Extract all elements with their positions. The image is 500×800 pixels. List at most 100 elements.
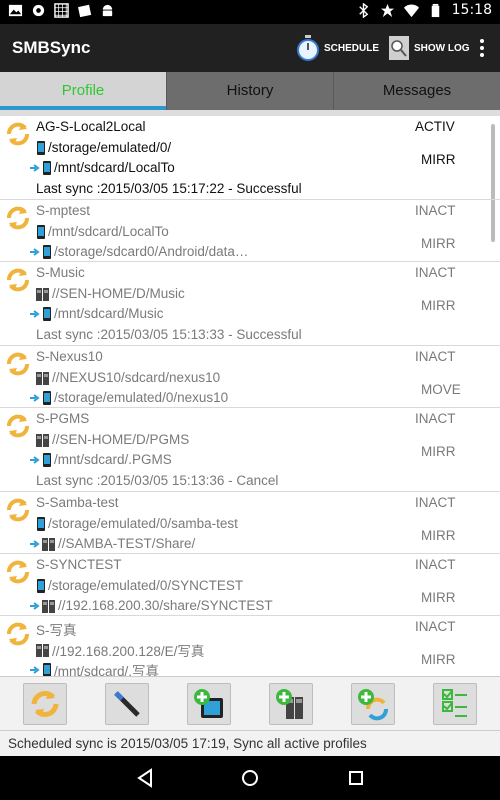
add-sync-profile-button[interactable] — [351, 683, 395, 725]
profile-name: S-Music — [36, 265, 85, 280]
source-path: /storage/emulated/0/samba-test — [48, 516, 238, 531]
local-storage-icon — [37, 224, 45, 239]
network-share-icon — [36, 371, 49, 385]
sync-icon[interactable] — [4, 558, 32, 586]
sync-icon[interactable] — [4, 266, 32, 294]
profile-row[interactable]: AG-S-Local2Local ACTIV/storage/emulated/0… — [0, 116, 500, 200]
profile-status: INACT — [415, 495, 456, 510]
profile-source: /storage/emulated/0/SYNCTEST — [36, 578, 243, 593]
profile-row[interactable]: S-Nexus10 INACT //NEXUS10/sdcard/nexus10/s… — [0, 346, 500, 408]
profile-target: //SAMBA-TEST/Share/ — [30, 536, 195, 551]
local-storage-icon — [37, 516, 45, 531]
arrow-right-icon — [30, 163, 40, 172]
profile-source: /mnt/sdcard/LocalTo — [36, 224, 169, 239]
arrow-right-icon — [30, 393, 40, 402]
source-path: //SEN-HOME/D/Music — [52, 286, 185, 301]
profile-row[interactable]: S-写真 INACT //192.168.200.128/E/写真/mnt/sdca… — [0, 616, 500, 676]
profile-status: INACT — [415, 557, 456, 572]
add-local-profile-icon — [194, 689, 223, 718]
add-local-profile-button[interactable] — [187, 683, 231, 725]
profile-name: S-写真 — [36, 623, 77, 638]
profile-target: /mnt/sdcard/Music — [30, 306, 164, 321]
app-title: SMBSync — [12, 38, 91, 57]
overflow-menu-icon[interactable] — [474, 36, 490, 60]
clock: 15:18 — [451, 2, 492, 18]
recents-icon[interactable] — [344, 766, 368, 790]
target-path: //SAMBA-TEST/Share/ — [58, 536, 196, 551]
profile-name: S-Nexus10 — [36, 349, 103, 364]
source-path: //NEXUS10/sdcard/nexus10 — [52, 370, 221, 385]
sync-mode: MIRR — [421, 152, 456, 167]
profile-row[interactable]: S-Music INACT //SEN-HOME/D/Music/mnt/sdcar… — [0, 262, 500, 346]
star-icon — [380, 3, 394, 17]
local-storage-icon — [43, 244, 51, 259]
network-share-icon — [36, 433, 49, 447]
tab-messages[interactable]: Messages — [334, 72, 500, 110]
sync-icon[interactable] — [4, 412, 32, 440]
add-remote-profile-button[interactable] — [269, 683, 313, 725]
profile-target: /mnt/sdcard/LocalTo — [30, 160, 175, 175]
schedule-button[interactable]: SCHEDULE — [296, 32, 379, 64]
profile-target: /storage/emulated/0/nexus10 — [30, 390, 228, 405]
profile-row[interactable]: S-PGMS INACT //SEN-HOME/D/PGMS/mnt/sdcard/… — [0, 408, 500, 492]
source-path: /storage/emulated/0/SYNCTEST — [48, 578, 244, 593]
local-storage-icon — [43, 452, 51, 467]
local-storage-icon — [37, 140, 45, 155]
sync-mode: MIRR — [421, 528, 456, 543]
log-search-icon — [389, 36, 409, 60]
add-sync-profile-icon — [358, 689, 388, 721]
tab-bar: Profile History Messages — [0, 72, 500, 110]
profile-target: /mnt/sdcard/.写真 — [30, 660, 159, 676]
schedule-label: SCHEDULE — [324, 42, 380, 54]
profile-source: //NEXUS10/sdcard/nexus10 — [36, 370, 220, 385]
edit-tools-icon — [114, 691, 140, 717]
file-icon — [78, 4, 92, 18]
sync-mode: MIRR — [421, 236, 456, 251]
bluetooth-icon — [358, 2, 368, 18]
profile-status: INACT — [415, 265, 456, 280]
show-log-button[interactable]: SHOW LOG — [388, 32, 470, 64]
bottom-toolbar — [0, 676, 500, 730]
arrow-right-icon — [30, 247, 40, 256]
stopwatch-icon — [297, 35, 319, 61]
profile-name: S-mptest — [36, 203, 91, 218]
sync-icon[interactable] — [4, 120, 32, 148]
sync-icon[interactable] — [4, 496, 32, 524]
profile-target: /storage/sdcard0/Android/data… — [30, 244, 248, 259]
target-path: /storage/sdcard0/Android/data… — [54, 244, 249, 259]
network-share-icon — [36, 644, 49, 657]
sync-icon[interactable] — [4, 204, 32, 232]
settings-icon — [32, 4, 45, 17]
profile-source: //192.168.200.128/E/写真 — [36, 640, 204, 660]
tab-history[interactable]: History — [167, 72, 333, 110]
profile-row[interactable]: S-mptest INACT/mnt/sdcard/LocalTo/storage… — [0, 200, 500, 262]
message-bar: Scheduled sync is 2015/03/05 17:19, Sync… — [0, 730, 500, 756]
profile-source: /storage/emulated/0/samba-test — [36, 516, 238, 531]
profile-status: INACT — [415, 203, 456, 218]
source-path: /storage/emulated/0/ — [48, 140, 172, 155]
local-storage-icon — [43, 390, 51, 405]
profile-target: //192.168.200.30/share/SYNCTEST — [30, 598, 273, 613]
target-path: //192.168.200.30/share/SYNCTEST — [58, 598, 273, 613]
sync-icon[interactable] — [4, 350, 32, 378]
profile-name: S-PGMS — [36, 411, 90, 426]
target-path: /mnt/sdcard/.写真 — [54, 664, 160, 676]
tab-profile[interactable]: Profile — [0, 72, 166, 110]
profile-source: /storage/emulated/0/ — [36, 140, 171, 155]
sync-all-button[interactable] — [23, 683, 67, 725]
select-checklist-button[interactable] — [433, 683, 477, 725]
sync-mode: MIRR — [421, 298, 456, 313]
sync-icon[interactable] — [4, 620, 32, 648]
show-log-label: SHOW LOG — [414, 42, 470, 54]
home-icon[interactable] — [238, 766, 262, 790]
last-sync-text: Last sync :2015/03/05 15:13:33 - Success… — [36, 327, 302, 342]
edit-tools-button[interactable] — [105, 683, 149, 725]
status-bar: 15:18 — [0, 0, 500, 24]
profile-row[interactable]: S-SYNCTEST INACT/storage/emulated/0/SYNCT… — [0, 554, 500, 616]
profile-row[interactable]: S-Samba-test INACT/storage/emulated/0/sam… — [0, 492, 500, 554]
profile-list[interactable]: AG-S-Local2Local ACTIV/storage/emulated/0… — [0, 110, 500, 676]
network-share-icon — [36, 287, 49, 301]
back-icon[interactable] — [133, 766, 157, 790]
sync-all-icon — [31, 691, 59, 717]
profile-source: //SEN-HOME/D/PGMS — [36, 432, 189, 447]
